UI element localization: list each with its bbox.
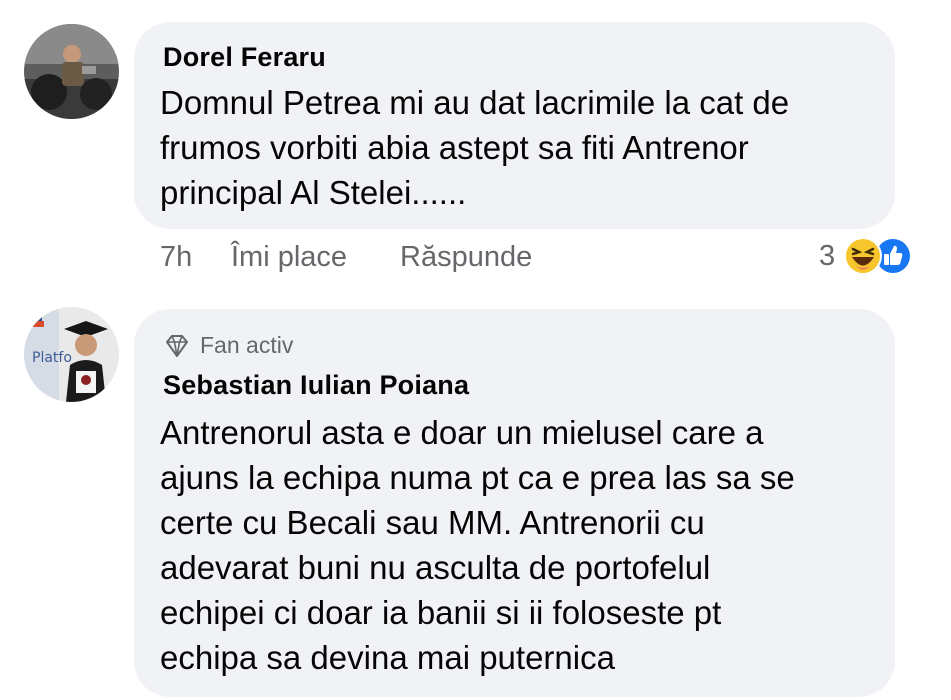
comment-line: adevarat buni nu asculta de portofelul bbox=[160, 549, 711, 586]
comment-line: Antrenorul asta e doar un mielusel care … bbox=[160, 414, 764, 451]
comment-line: Domnul Petrea mi au dat lacrimile la cat… bbox=[160, 84, 790, 121]
fan-badge[interactable]: Fan activ bbox=[164, 332, 293, 359]
comment-timestamp[interactable]: 7h bbox=[160, 241, 192, 274]
avatar[interactable]: Platfo bbox=[24, 307, 119, 402]
haha-icon bbox=[843, 236, 883, 276]
avatar-photo: Platfo bbox=[24, 307, 119, 402]
comment-line: certe cu Becali sau MM. Antrenorii cu bbox=[160, 504, 705, 541]
comment-line: echipei ci doar ia banii si ii foloseste… bbox=[160, 594, 722, 631]
reply-button[interactable]: Răspunde bbox=[400, 241, 532, 274]
avatar-sign-text: Platfo bbox=[32, 350, 72, 366]
comment-line: frumos vorbiti abia astept sa fiti Antre… bbox=[160, 129, 749, 166]
fan-badge-label: Fan activ bbox=[200, 332, 294, 358]
avatar-photo bbox=[24, 24, 119, 119]
reaction-count: 3 bbox=[819, 239, 836, 272]
reactions-summary[interactable]: 3 bbox=[819, 236, 913, 276]
comment-line: echipa sa devina mai puternica bbox=[160, 639, 615, 676]
comment-line: ajuns la echipa numa pt ca e prea las sa… bbox=[160, 459, 795, 496]
like-button[interactable]: Îmi place bbox=[231, 241, 347, 274]
comment-author[interactable]: Sebastian Iulian Poiana bbox=[163, 370, 469, 401]
diamond-icon bbox=[164, 333, 190, 359]
comment-author[interactable]: Dorel Feraru bbox=[163, 42, 326, 73]
comment-line: principal Al Stelei...... bbox=[160, 174, 467, 211]
avatar[interactable] bbox=[24, 24, 119, 119]
